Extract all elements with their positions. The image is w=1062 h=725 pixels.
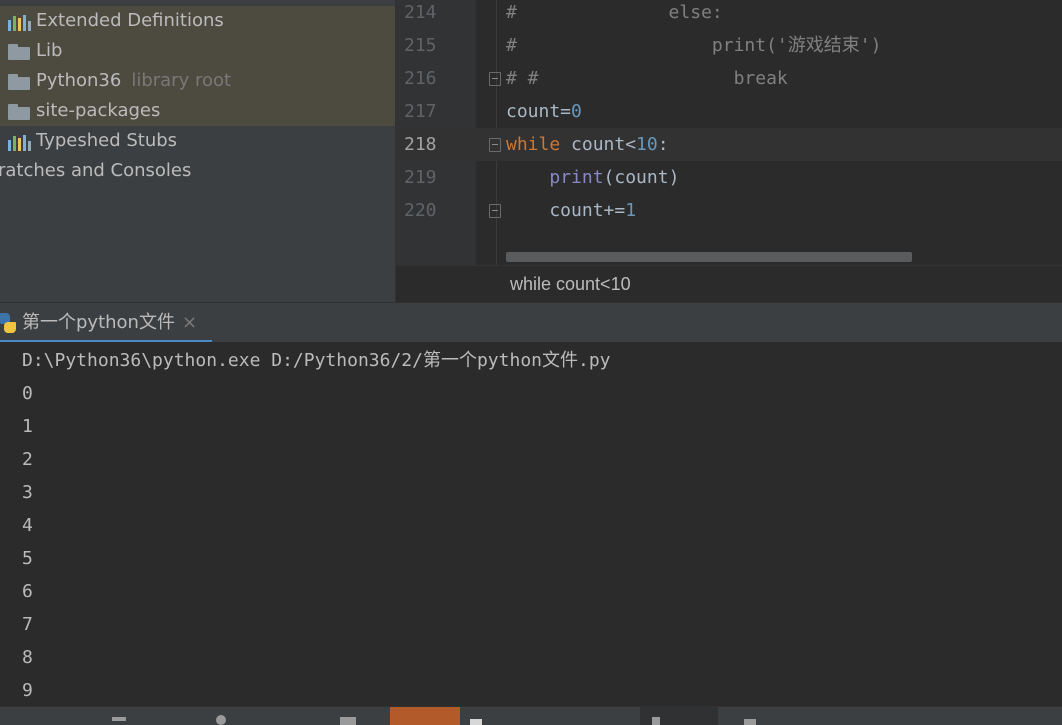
breadcrumb-bar: while count<10	[396, 265, 1062, 303]
code-text: # else:	[506, 2, 723, 23]
tree-item-python36[interactable]: Python36 library root	[0, 66, 396, 96]
fold-marker-icon[interactable]	[489, 138, 501, 152]
library-icon	[8, 135, 32, 151]
code-text: count=0	[506, 101, 582, 122]
run-tab-bar: 第一个python文件 ×	[0, 302, 1062, 343]
console-output-line: 1	[22, 416, 33, 437]
code-text: # print('游戏结束')	[506, 35, 882, 56]
code-text: print(count)	[549, 167, 680, 188]
console-output-line: 6	[22, 581, 33, 602]
code-line-216[interactable]: 216 # # break	[396, 62, 1062, 95]
tree-item-site-packages[interactable]: site-packages	[0, 96, 396, 126]
code-line-214[interactable]: 214 # else:	[396, 0, 1062, 29]
python-console-icon[interactable]	[744, 719, 756, 725]
code-line-215[interactable]: 215 # print('游戏结束')	[396, 29, 1062, 62]
todo-icon[interactable]	[112, 717, 126, 721]
tool-window-button-highlighted[interactable]	[390, 707, 460, 725]
breadcrumb[interactable]: while count<10	[510, 266, 631, 303]
code-editor[interactable]: 214 # else: 215 # print('游戏结束') 216 # # …	[396, 0, 1062, 265]
python-icon	[0, 313, 16, 333]
console-output-line: 7	[22, 614, 33, 635]
tool-window-bar	[0, 706, 1062, 725]
code-text: while count<10:	[506, 134, 669, 155]
folder-icon	[8, 44, 30, 60]
tree-item-label: Typeshed Stubs	[36, 130, 178, 151]
python-packages-icon[interactable]	[470, 719, 482, 725]
line-number: 219	[404, 167, 437, 188]
tree-item-scratches-and-consoles[interactable]: ratches and Consoles	[0, 156, 396, 186]
console-output-line: 9	[22, 680, 33, 701]
tree-item-label-wrap: Python36 library root	[36, 66, 231, 96]
library-icon	[8, 15, 32, 31]
fold-marker-icon[interactable]	[489, 204, 501, 218]
project-tool-window: Extended Definitions Lib Python36 library…	[0, 0, 396, 302]
console-output-line: 3	[22, 482, 33, 503]
console-output-line: 8	[22, 647, 33, 668]
line-number: 217	[404, 101, 437, 122]
line-number: 220	[404, 200, 437, 221]
code-line-220[interactable]: 220 count+=1	[396, 194, 1062, 227]
tree-item-label: Extended Definitions	[36, 10, 224, 31]
folder-icon	[8, 74, 30, 90]
console-output-line: 0	[22, 383, 33, 404]
tree-item-label: ratches and Consoles	[0, 160, 192, 181]
line-number: 214	[404, 2, 437, 23]
tree-item-label: site-packages	[36, 100, 161, 121]
line-number: 216	[404, 68, 437, 89]
code-text: # # break	[506, 68, 788, 89]
tree-item-extended-definitions[interactable]: Extended Definitions	[0, 6, 396, 36]
tree-item-label: Python36	[36, 70, 122, 91]
line-number: 215	[404, 35, 437, 56]
run-console[interactable]: D:\Python36\python.exe D:/Python36/2/第一个…	[0, 342, 1062, 706]
run-tab[interactable]: 第一个python文件 ×	[0, 303, 212, 343]
library-root-hint: library root	[131, 70, 232, 91]
run-tab-label: 第一个python文件	[22, 312, 175, 333]
fold-marker-icon[interactable]	[489, 72, 501, 86]
console-command-line: D:\Python36\python.exe D:/Python36/2/第一个…	[22, 350, 611, 371]
console-output-line: 2	[22, 449, 33, 470]
tree-item-label: Lib	[36, 40, 63, 61]
horizontal-scrollbar[interactable]	[506, 252, 912, 262]
console-output-line: 5	[22, 548, 33, 569]
console-output-line: 4	[22, 515, 33, 536]
close-icon[interactable]: ×	[182, 303, 197, 343]
code-text: count+=1	[506, 200, 637, 221]
code-line-217[interactable]: 217 count=0	[396, 95, 1062, 128]
tree-item-lib[interactable]: Lib	[0, 36, 396, 66]
tree-item-typeshed-stubs[interactable]: Typeshed Stubs	[0, 126, 396, 156]
folder-icon	[8, 104, 30, 120]
code-line-218[interactable]: 218 while count<10:	[396, 128, 1062, 161]
line-number: 218	[404, 134, 437, 155]
code-line-219[interactable]: 219 print(count)	[396, 161, 1062, 194]
